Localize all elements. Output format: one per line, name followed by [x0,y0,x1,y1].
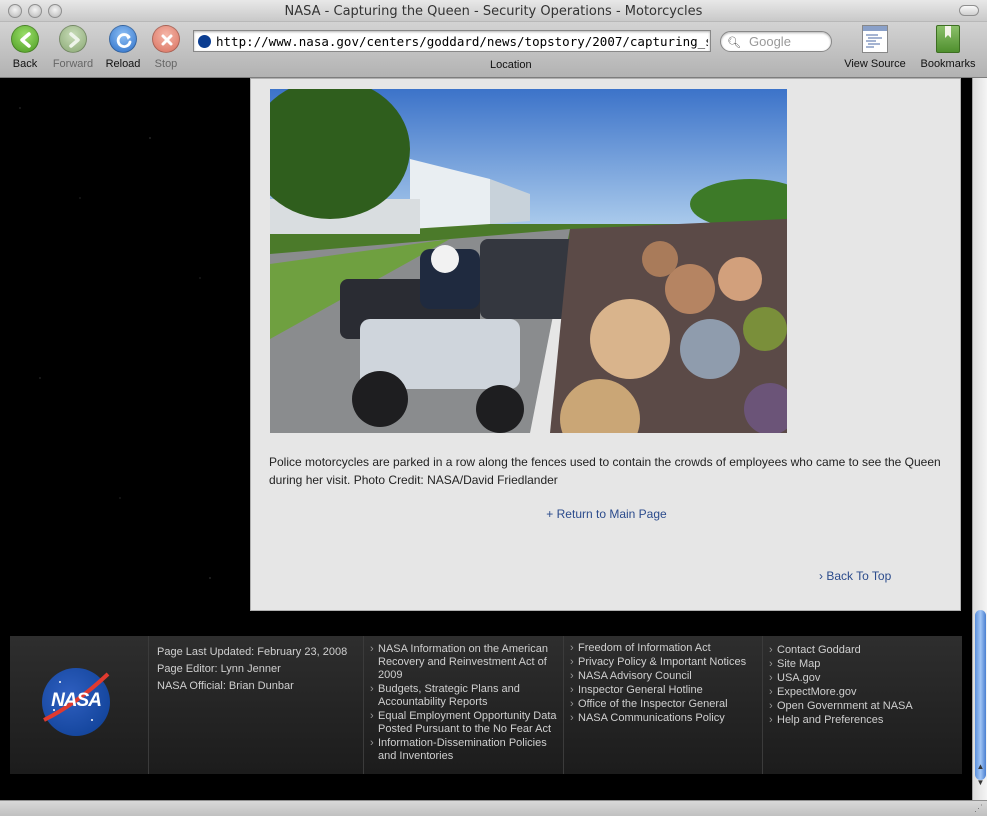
bookmarks-label: Bookmarks [920,58,976,70]
photo-caption: Police motorcycles are parked in a row a… [269,455,941,487]
article-photo [270,89,787,433]
footer-link-usa-gov[interactable]: USA.gov [769,672,958,685]
nasa-logo[interactable]: NASA [42,668,110,736]
page-editor-text: Page Editor: Lynn Jenner [157,663,281,675]
footer-link-expectmore[interactable]: ExpectMore.gov [769,686,958,699]
footer-link-site-map[interactable]: Site Map [769,658,958,671]
scroll-down-arrow-icon[interactable]: ▼ [974,778,987,790]
stop-button[interactable]: Stop [141,25,191,70]
footer-link-help[interactable]: Help and Preferences [769,714,958,727]
stop-label: Stop [154,58,178,70]
back-button[interactable]: Back [0,25,50,70]
footer-link-communications-policy[interactable]: NASA Communications Policy [570,712,758,725]
address-bar[interactable]: http://www.nasa.gov/centers/goddard/news… [193,30,711,52]
footer-links-column-3: Contact Goddard Site Map USA.gov ExpectM… [762,636,962,774]
site-footer: NASA Page Last Updated: February 23, 200… [10,636,962,774]
view-source-button[interactable]: View Source [840,25,910,70]
toolbar-toggle-button[interactable] [959,5,979,16]
vertical-scrollbar[interactable]: ▲ ▼ [972,78,987,800]
return-to-main-link[interactable]: + Return to Main Page [251,507,962,521]
footer-links-column-1: NASA Information on the American Recover… [363,636,563,774]
footer-link-open-government[interactable]: Open Government at NASA [769,700,958,713]
back-label: Back [12,58,38,70]
footer-link-advisory-council[interactable]: NASA Advisory Council [570,670,758,683]
web-page: Police motorcycles are parked in a row a… [0,78,972,800]
scrollbar-thumb[interactable] [975,610,986,780]
window-title: NASA - Capturing the Queen - Security Op… [284,4,703,19]
search-placeholder: Google [749,34,791,49]
browser-toolbar: Back Forward Reload Stop http://www.nasa… [0,22,987,78]
footer-link-ig-hotline[interactable]: Inspector General Hotline [570,684,758,697]
title-bar: NASA - Capturing the Queen - Security Op… [0,0,987,22]
resize-grip-icon[interactable]: ⋰ [974,803,985,814]
search-icon: 🔍︎ [727,37,741,49]
search-input[interactable]: 🔍︎ Google [720,31,832,52]
footer-link-foia[interactable]: Freedom of Information Act [570,642,758,655]
nasa-official-text: NASA Official: Brian Dunbar [157,680,294,692]
footer-logo-column: NASA [10,636,148,774]
scroll-up-arrow-icon[interactable]: ▲ [974,762,987,774]
footer-link-privacy[interactable]: Privacy Policy & Important Notices [570,656,758,669]
footer-link-recovery-act[interactable]: NASA Information on the American Recover… [370,643,559,682]
view-source-label: View Source [844,58,906,70]
forward-arrow-icon [59,25,87,53]
footer-link-no-fear-act[interactable]: Equal Employment Opportunity Data Posted… [370,710,559,736]
footer-link-budgets[interactable]: Budgets, Strategic Plans and Accountabil… [370,683,559,709]
nasa-logo-text: NASA [51,690,102,711]
status-bar: ⋰ [0,800,987,816]
return-to-main-text[interactable]: + Return to Main Page [546,507,666,521]
view-source-icon [862,25,888,53]
footer-link-information-dissemination[interactable]: Information-Dissemination Policies and I… [370,737,559,763]
footer-link-contact-goddard[interactable]: Contact Goddard [769,644,958,657]
url-text: http://www.nasa.gov/centers/goddard/news… [216,34,708,49]
forward-button[interactable]: Forward [48,25,98,70]
nasa-favicon [198,35,211,48]
reload-icon [109,25,137,53]
browser-window: NASA - Capturing the Queen - Security Op… [0,0,987,816]
back-to-top-link[interactable]: › Back To Top [819,569,891,583]
bookmarks-icon [936,25,960,53]
page-updated-text: Page Last Updated: February 23, 2008 [157,646,348,658]
footer-links-column-2: Freedom of Information Act Privacy Polic… [563,636,762,774]
back-arrow-icon [11,25,39,53]
location-label: Location [490,59,532,71]
article-panel: Police motorcycles are parked in a row a… [250,78,961,611]
bookmarks-button[interactable]: Bookmarks [913,25,983,70]
stop-icon [152,25,180,53]
forward-label: Forward [52,58,94,70]
footer-info-column: Page Last Updated: February 23, 2008 Pag… [148,636,363,774]
footer-link-oig[interactable]: Office of the Inspector General [570,698,758,711]
